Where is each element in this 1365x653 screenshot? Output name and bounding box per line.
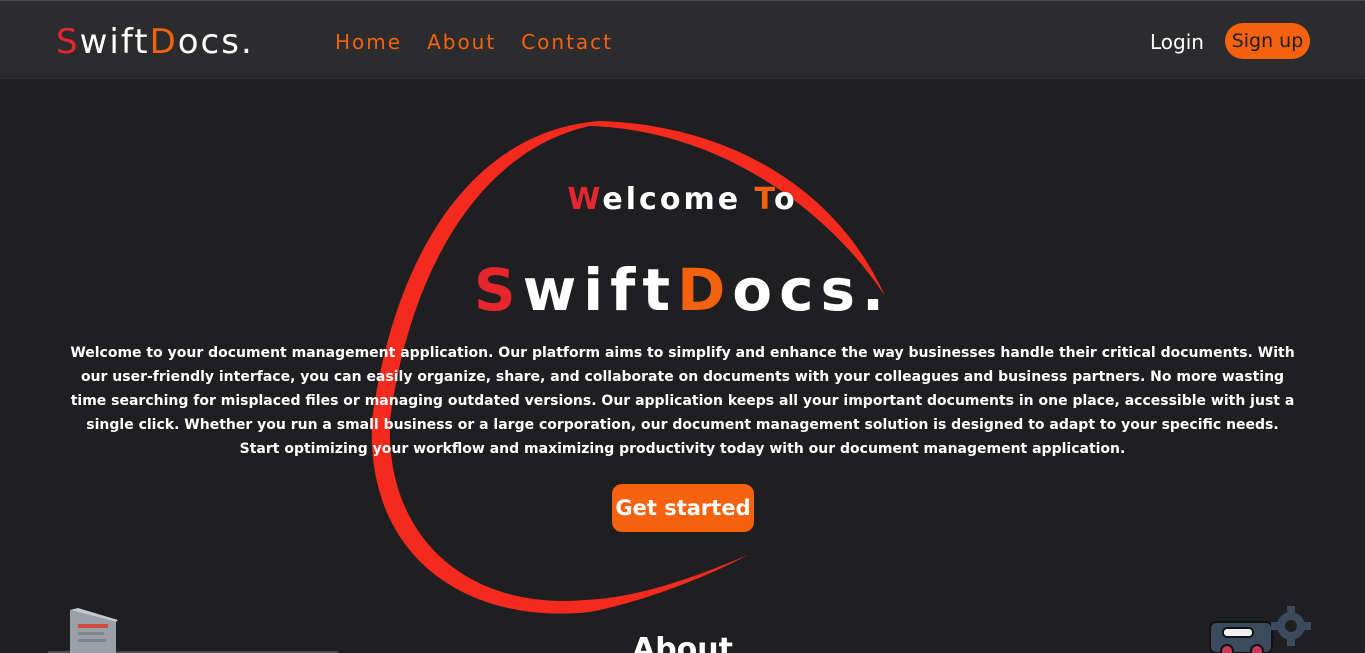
- hero-letter-s: S: [473, 256, 523, 324]
- brand-letter-s: S: [56, 22, 80, 62]
- nav-links: Home About Contact: [335, 29, 613, 55]
- hero-text-rest: ocs.: [732, 256, 892, 324]
- login-link[interactable]: Login: [1150, 29, 1204, 55]
- brand-text-middle: wift: [79, 22, 150, 62]
- brand-logo[interactable]: SwiftDocs.: [56, 22, 254, 62]
- welcome-text-rest: o: [773, 182, 798, 217]
- hero-letter-d: D: [677, 256, 733, 324]
- get-started-button[interactable]: Get started: [612, 484, 754, 532]
- welcome-text-middle: elcome: [602, 182, 755, 217]
- hero-title: SwiftDocs.: [0, 252, 1365, 328]
- navbar: SwiftDocs. Home About Contact Login Sign…: [0, 0, 1365, 79]
- brand-text-rest: ocs.: [177, 22, 254, 62]
- nav-link-about[interactable]: About: [427, 29, 496, 55]
- welcome-letter-t: T: [754, 182, 774, 217]
- about-heading: About: [631, 632, 733, 653]
- hero-text-middle: wift: [522, 256, 678, 324]
- hero-description: Welcome to your document management appl…: [70, 345, 1295, 457]
- welcome-heading: Welcome To: [0, 180, 1365, 220]
- nav-link-home[interactable]: Home: [335, 29, 402, 55]
- welcome-letter-w: W: [567, 182, 603, 217]
- nav-link-contact[interactable]: Contact: [521, 29, 613, 55]
- brand-letter-d: D: [149, 22, 178, 62]
- signup-button[interactable]: Sign up: [1225, 23, 1310, 59]
